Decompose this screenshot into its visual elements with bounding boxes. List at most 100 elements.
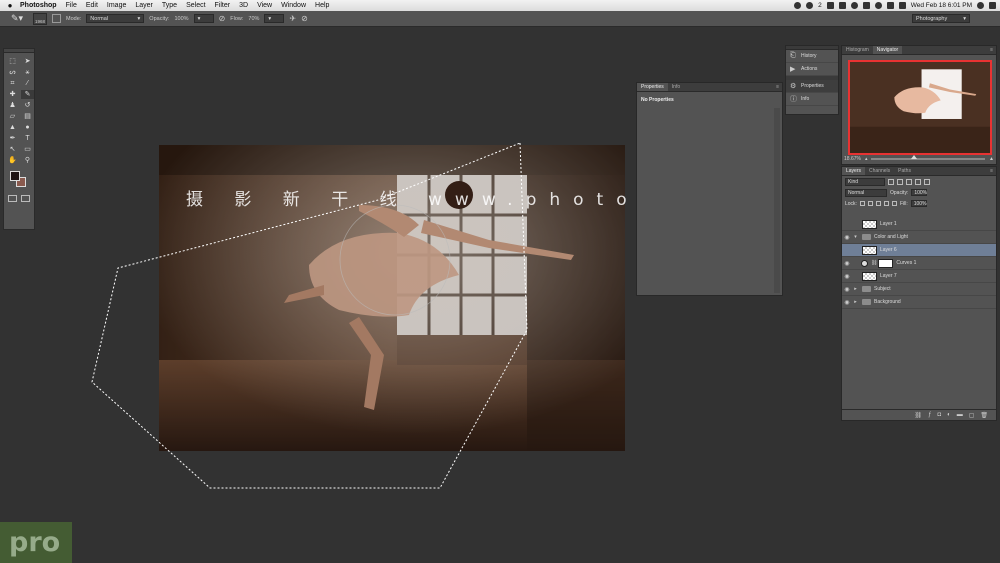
pressure-size-icon[interactable]: ⊘ — [301, 14, 308, 23]
app-icon[interactable] — [826, 2, 834, 9]
search-icon[interactable] — [977, 2, 984, 9]
blend-mode-dropdown[interactable]: Normal — [845, 188, 887, 197]
dock-history[interactable]: ⎗ History — [786, 50, 838, 63]
status-icon[interactable] — [794, 2, 802, 9]
menu-help[interactable]: Help — [315, 2, 329, 9]
layer-row[interactable]: ◉ Layer 1 — [842, 218, 996, 231]
list-icon[interactable] — [989, 2, 996, 9]
flow-dropdown[interactable]: ▾ — [264, 14, 285, 23]
menu-3d[interactable]: 3D — [239, 2, 248, 9]
visibility-eye-icon[interactable]: ◉ — [842, 299, 852, 306]
fill-input[interactable]: 100% — [910, 200, 927, 207]
add-mask-icon[interactable]: ◘ — [937, 412, 941, 418]
zoom-tool-icon[interactable]: ⚲ — [21, 156, 34, 165]
new-layer-icon[interactable]: ▢ — [969, 412, 975, 419]
app-name-menu[interactable]: Photoshop — [20, 2, 57, 9]
move-tool-icon[interactable]: ➤ — [21, 57, 34, 66]
visibility-eye-icon[interactable]: ◉ — [842, 286, 852, 293]
layer-row-selected[interactable]: ◉ Layer 6 — [842, 244, 996, 257]
panel-menu-icon[interactable]: ≡ — [987, 167, 996, 175]
navigator-view-box[interactable] — [848, 60, 992, 155]
gradient-tool-icon[interactable]: ▤ — [21, 112, 34, 121]
marquee-tool-icon[interactable]: ⬚ — [6, 57, 19, 66]
type-filter-icon[interactable] — [906, 178, 912, 185]
quick-mask-icon[interactable] — [8, 195, 17, 202]
healing-tool-icon[interactable]: ✚ — [6, 90, 19, 99]
opacity-value[interactable]: 100% — [174, 16, 188, 22]
brush-panel-toggle-icon[interactable] — [52, 14, 61, 23]
layer-group-row[interactable]: ◉ ▾ Color and Light — [842, 231, 996, 244]
adjustment-layer-row[interactable]: ◉ ⛓ Curves 1 — [842, 257, 996, 270]
visibility-eye-icon[interactable]: ◉ — [842, 273, 852, 280]
group-expand-icon[interactable]: ▾ — [852, 234, 859, 240]
dodge-tool-icon[interactable]: ● — [21, 123, 34, 132]
tab-paths[interactable]: Paths — [894, 167, 915, 175]
dock-actions[interactable]: ▶ Actions — [786, 63, 838, 76]
zoom-value[interactable]: 18.67% — [844, 156, 861, 162]
group-expand-icon[interactable]: ▸ — [852, 286, 859, 292]
clone-stamp-tool-icon[interactable]: ♟ — [6, 101, 19, 110]
lock-artboard-icon[interactable] — [883, 201, 889, 206]
history-brush-tool-icon[interactable]: ↺ — [21, 101, 34, 110]
kind-filter-dropdown[interactable]: Kind — [845, 177, 885, 186]
layer-group-row[interactable]: ◉ ▸ Background — [842, 296, 996, 309]
notification-icon[interactable] — [806, 2, 814, 9]
menu-layer[interactable]: Layer — [135, 2, 153, 9]
zoom-out-icon[interactable]: ▴ — [865, 156, 868, 162]
airbrush-icon[interactable]: ✈ — [289, 14, 296, 23]
pixel-filter-icon[interactable] — [888, 178, 894, 185]
visibility-eye-icon[interactable]: ◉ — [842, 260, 852, 267]
new-adjustment-icon[interactable]: ◐ — [947, 412, 951, 418]
group-expand-icon[interactable]: ▸ — [852, 299, 859, 305]
blur-tool-icon[interactable]: ▲ — [6, 123, 19, 132]
opacity-dropdown[interactable]: ▾ — [193, 14, 214, 23]
visibility-eye-icon[interactable]: ◉ — [842, 221, 852, 228]
path-selection-tool-icon[interactable]: ↖ — [6, 145, 19, 154]
link-layers-icon[interactable]: ⛓ — [914, 412, 922, 419]
tab-info[interactable]: Info — [668, 83, 684, 91]
shape-tool-icon[interactable]: ▭ — [21, 145, 34, 154]
apple-icon[interactable]: ● — [0, 1, 20, 10]
app-icon[interactable] — [838, 2, 846, 9]
pressure-opacity-icon[interactable]: ⊘ — [219, 14, 226, 23]
layer-group-row[interactable]: ◉ ▸ Subject — [842, 283, 996, 296]
type-tool-icon[interactable]: T — [21, 134, 34, 143]
lasso-tool-icon[interactable]: ᔕ — [6, 68, 19, 77]
zoom-slider-handle[interactable] — [911, 155, 918, 159]
tab-histogram[interactable]: Histogram — [842, 46, 873, 54]
menu-edit[interactable]: Edit — [86, 2, 98, 9]
menu-view[interactable]: View — [257, 2, 272, 9]
visibility-eye-icon[interactable]: ◉ — [842, 234, 852, 241]
screen-mode-icon[interactable] — [21, 195, 30, 202]
flow-value[interactable]: 70% — [248, 16, 259, 22]
menu-window[interactable]: Window — [281, 2, 306, 9]
foreground-color-swatch[interactable] — [10, 171, 20, 181]
menu-type[interactable]: Type — [162, 2, 177, 9]
dock-properties[interactable]: ⚙ Properties — [786, 80, 838, 93]
delete-layer-icon[interactable]: 🗑 — [980, 412, 988, 419]
app-icon[interactable] — [850, 2, 858, 9]
lock-transparency-icon[interactable] — [859, 201, 865, 206]
zoom-slider[interactable] — [871, 155, 986, 160]
workspace-dropdown[interactable]: Photography ▾ — [912, 14, 970, 23]
dock-info[interactable]: ⓘ Info — [786, 93, 838, 106]
brush-size-picker[interactable]: 1968 — [33, 12, 47, 25]
volume-icon[interactable] — [886, 2, 894, 9]
tab-channels[interactable]: Channels — [865, 167, 894, 175]
brush-tool-icon[interactable]: ✎ — [21, 90, 34, 99]
smart-object-filter-icon[interactable] — [924, 178, 930, 185]
crop-tool-icon[interactable]: ⌗ — [6, 79, 19, 88]
zoom-in-icon[interactable]: ▲ — [989, 156, 994, 162]
lock-position-icon[interactable] — [875, 201, 881, 206]
tab-navigator[interactable]: Navigator — [872, 46, 903, 54]
menu-image[interactable]: Image — [107, 2, 126, 9]
layer-opacity-input[interactable]: 100% — [911, 189, 928, 196]
shape-filter-icon[interactable] — [915, 178, 921, 185]
magic-wand-tool-icon[interactable]: ⚹ — [21, 68, 34, 77]
panel-menu-icon[interactable]: ≡ — [773, 83, 782, 91]
new-group-icon[interactable]: ▬ — [957, 412, 963, 418]
clock[interactable]: Wed Feb 18 6:01 PM — [911, 2, 972, 9]
menu-select[interactable]: Select — [186, 2, 205, 9]
link-icon[interactable]: ⛓ — [871, 260, 877, 266]
panel-menu-icon[interactable]: ≡ — [987, 46, 996, 54]
